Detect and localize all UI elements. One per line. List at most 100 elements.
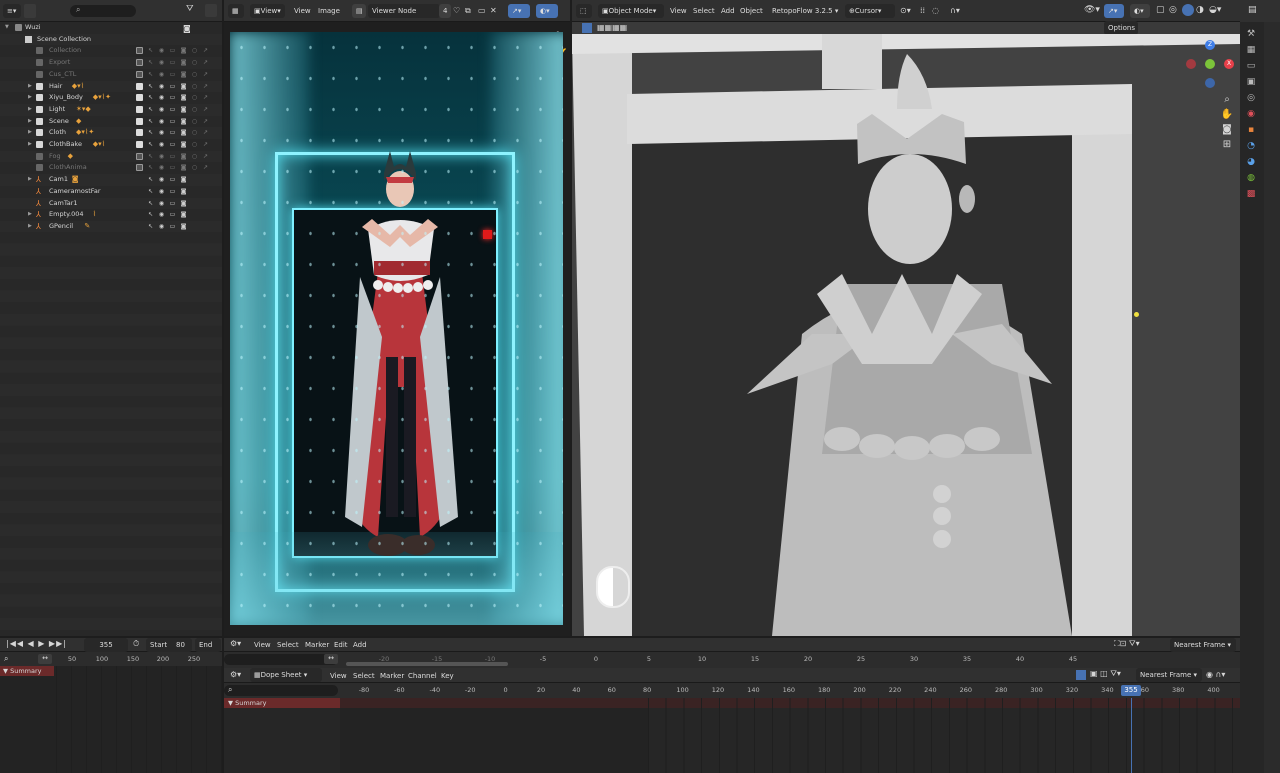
camera-icon[interactable]: ◙ [180, 83, 187, 90]
physics-tab-icon[interactable]: ◕ [1244, 154, 1258, 170]
select-toggle-icon[interactable]: ↖ [147, 211, 154, 218]
expand-icon[interactable]: ▶ [28, 139, 32, 151]
camera-icon[interactable]: ◙ [180, 153, 187, 160]
exclude-checkbox[interactable] [136, 94, 143, 102]
camera-icon[interactable]: ◙ [180, 94, 187, 101]
select-toggle-icon[interactable]: ↖ [147, 106, 154, 113]
outliner-search-input[interactable]: ⌕ [70, 5, 136, 17]
view-layer-tab-icon[interactable]: ▣ [1244, 74, 1258, 90]
select-toggle-icon[interactable]: ↖ [147, 94, 154, 101]
camera-icon[interactable]: ◙ [180, 188, 187, 195]
eye-icon[interactable]: ◉ [158, 94, 165, 101]
wireframe-shading-icon[interactable]: ◎ [1169, 5, 1177, 15]
select-toggle-icon[interactable]: ↖ [147, 129, 154, 136]
image-browse-icon[interactable]: ▤ [352, 4, 366, 18]
outliner-item-xiyu-body[interactable]: ▶ Xiyu_Body ◆▾⌇✦ ↖ ◉ ▭ ◙ ○ ↗ [0, 92, 222, 104]
camera-icon[interactable]: ◙ [180, 129, 187, 136]
timeline-ruler[interactable]: ⌕ ↔ 50 100 150 200 250 [0, 652, 222, 666]
indirect-only-icon[interactable]: ↗ [202, 153, 209, 160]
camera-icon[interactable]: ◙ [180, 200, 187, 207]
select-toggle-icon[interactable]: ↖ [147, 47, 154, 54]
slot-field[interactable]: 4 [439, 4, 451, 18]
menu-retopoflow[interactable]: RetopoFlow 3.2.5 ▾ [772, 7, 838, 15]
camera-icon[interactable]: ◙ [180, 211, 187, 218]
filter-icon[interactable]: ▣ ◫ ⛛▾ [1090, 669, 1121, 679]
menu-channel[interactable]: Channel [408, 672, 437, 680]
expand-icon[interactable]: ▶ [28, 209, 32, 221]
menu-select[interactable]: Select [277, 641, 299, 649]
screen-icon[interactable]: ▭ [169, 153, 176, 160]
only-selected-icon[interactable]: ↔ [324, 654, 338, 664]
screen-icon[interactable]: ▭ [169, 188, 176, 195]
dope-mode-dropdown[interactable]: ▦ Dope Sheet ▾ [250, 668, 322, 682]
camera-icon[interactable]: ◙ [180, 164, 187, 171]
snap-mode-dropdown[interactable]: Nearest Frame ▾ [1170, 638, 1236, 652]
outliner-item-cameramostfar[interactable]: ⅄ CameramostFar ↖ ◉ ▭ ◙ [0, 186, 222, 198]
editor-type-button[interactable]: ≡▾ [3, 4, 21, 18]
indirect-only-icon[interactable]: ↗ [202, 83, 209, 90]
snap-mode-dropdown[interactable]: Nearest Frame ▾ [1136, 668, 1202, 682]
exclude-checkbox[interactable] [136, 70, 143, 78]
render-tab-icon[interactable]: ▦ [1244, 42, 1258, 58]
select-toggle-icon[interactable]: ↖ [147, 176, 154, 183]
screen-icon[interactable]: ▭ [169, 118, 176, 125]
eye-icon[interactable]: ◉ [158, 200, 165, 207]
expand-icon[interactable]: ▶ [28, 81, 32, 93]
menu-add[interactable]: Add [353, 641, 367, 649]
outliner-item-gpencil[interactable]: ▶ ⅄ GPencil ✎ ↖ ◉ ▭ ◙ [0, 220, 222, 233]
outliner-item-hair[interactable]: ▶ Hair ◆▾⌇ ↖ ◉ ▭ ◙ ○ ↗ [0, 80, 222, 93]
menu-view[interactable]: View [254, 641, 271, 649]
menu-edit[interactable]: Edit [334, 641, 348, 649]
outliner-item-cus-ctl[interactable]: Cus_CTL ↖ ◉ ▭ ◙ ○ ↗ [0, 69, 222, 81]
dope-ruler[interactable]: ⌕ -80 -60 -40 -20 0 20 40 60 80 100 120 140 160 180 20… [224, 683, 1240, 698]
indirect-only-icon[interactable]: ↗ [202, 118, 209, 125]
holdout-icon[interactable]: ○ [191, 164, 198, 171]
holdout-icon[interactable]: ○ [191, 106, 198, 113]
exclude-checkbox[interactable] [136, 105, 143, 113]
snap-target-icon[interactable]: ⁞⁞ [920, 6, 925, 15]
xray-icon[interactable]: ▢ [1156, 5, 1165, 15]
menu-object[interactable]: Object [740, 7, 763, 15]
screen-icon[interactable]: ▭ [169, 59, 176, 66]
camera-icon[interactable]: ◙ [180, 106, 187, 113]
proportional-edit-icon[interactable]: ◌ [932, 6, 939, 15]
constraint-tab-icon[interactable]: ◍ [1244, 170, 1258, 186]
exclude-checkbox[interactable] [136, 47, 143, 55]
selection-mode-icon[interactable]: ▦▦▦▦ [597, 23, 627, 32]
outliner-item-export[interactable]: Export ↖ ◉ ▭ ◙ ○ ↗ [0, 57, 222, 69]
menu-marker[interactable]: Marker [305, 641, 329, 649]
camera-icon[interactable]: ◙ [180, 141, 187, 148]
eye-icon[interactable]: ◉ [158, 211, 165, 218]
expand-icon[interactable]: ▶ [28, 174, 32, 186]
indirect-only-icon[interactable]: ↗ [202, 164, 209, 171]
display-mode-button[interactable] [24, 4, 36, 18]
navigation-gizmo[interactable]: Z X [1186, 40, 1236, 90]
screen-icon[interactable]: ▭ [169, 176, 176, 183]
graph-ruler[interactable]: ⌕ ↔ -20-15-10-5051015202530354045 [224, 652, 1240, 668]
select-toggle-icon[interactable]: ↖ [147, 188, 154, 195]
stopwatch-icon[interactable]: ⏱ [133, 639, 139, 649]
exclude-checkbox[interactable] [136, 117, 143, 125]
exclude-checkbox[interactable] [136, 59, 143, 67]
only-selected-icon[interactable]: ↔ [38, 654, 52, 664]
screen-icon[interactable]: ▭ [169, 164, 176, 171]
axis-y-icon[interactable] [1205, 59, 1215, 69]
holdout-icon[interactable]: ○ [191, 141, 198, 148]
camera-icon[interactable]: ◙ [180, 71, 187, 78]
summary-channel[interactable]: ▼ Summary [0, 666, 54, 676]
pivot-dropdown[interactable]: ⊕ Cursor ▾ [845, 4, 895, 18]
eye-icon[interactable]: ◉ [158, 129, 165, 136]
select-toggle-icon[interactable]: ↖ [147, 164, 154, 171]
screen-icon[interactable]: ▭ [169, 223, 176, 230]
end-frame-field[interactable]: End [195, 638, 221, 652]
select-toggle-icon[interactable]: ↖ [147, 59, 154, 66]
mode-dropdown[interactable]: ▣ Object Mode ▾ [598, 4, 664, 18]
open-image-icon[interactable]: ▭ [478, 6, 486, 15]
tool-tab-icon[interactable]: ⚒ [1244, 26, 1258, 42]
eye-icon[interactable]: ◉ [158, 47, 165, 54]
eye-icon[interactable]: ◉ [158, 223, 165, 230]
outliner-item-cloth[interactable]: ▶ Cloth ◆▾⌇✦ ↖ ◉ ▭ ◙ ○ ↗ [0, 127, 222, 139]
playhead-frame-label[interactable]: 355 [1121, 685, 1141, 696]
camera-icon[interactable]: ◙ [180, 223, 187, 230]
indirect-only-icon[interactable]: ↗ [202, 71, 209, 78]
